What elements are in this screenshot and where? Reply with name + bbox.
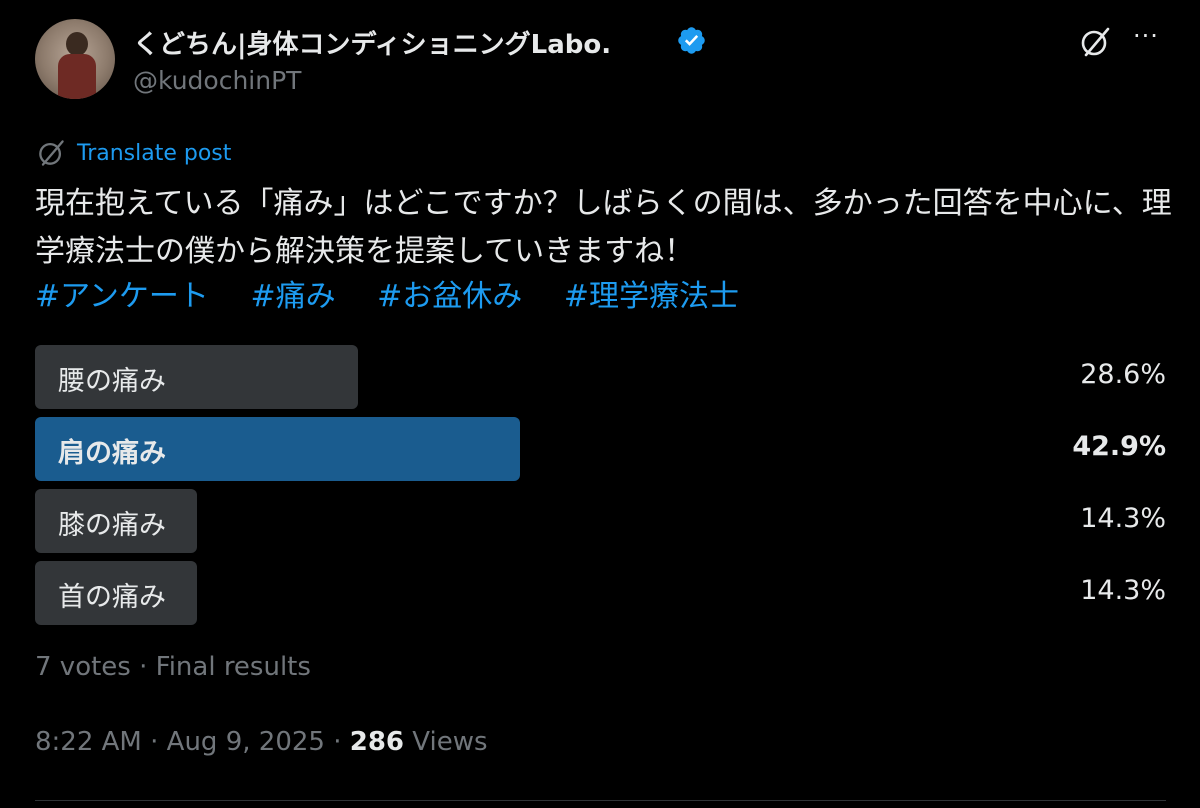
- avatar-body: [58, 54, 96, 99]
- poll-option-label: 膝の痛み: [58, 510, 166, 541]
- poll-option-label: 肩の痛み: [58, 438, 166, 469]
- poll-option-percent: 14.3%: [1080, 575, 1166, 606]
- avatar[interactable]: [35, 19, 115, 99]
- poll-option-percent: 14.3%: [1080, 503, 1166, 534]
- translate-post-button[interactable]: Translate post: [35, 137, 231, 169]
- poll-option-winner: 肩の痛み 42.9%: [35, 417, 1166, 481]
- post-meta: 8:22 AM · Aug 9, 2025 · 286 Views: [35, 727, 488, 757]
- avatar-head: [66, 32, 88, 56]
- more-icon[interactable]: ···: [1133, 22, 1159, 50]
- views-label: Views: [404, 727, 488, 757]
- divider: [35, 800, 1166, 801]
- poll-summary: 7 votes · Final results: [35, 652, 311, 682]
- meta-separator: ·: [141, 727, 167, 757]
- grok-icon[interactable]: [1077, 24, 1113, 60]
- translate-label: Translate post: [77, 140, 232, 166]
- post-date[interactable]: Aug 9, 2025: [167, 727, 325, 757]
- poll-option-percent: 28.6%: [1080, 359, 1166, 390]
- meta-separator: ·: [324, 727, 350, 757]
- poll-option: 腰の痛み 28.6%: [35, 345, 1166, 409]
- poll-option-label: 腰の痛み: [58, 366, 166, 397]
- author-name[interactable]: くどちん|身体コンディショニングLabo.: [133, 24, 611, 61]
- hashtag-link[interactable]: #お盆休み: [377, 279, 522, 314]
- post-time[interactable]: 8:22 AM: [35, 727, 142, 757]
- hashtag-link[interactable]: #理学療法士: [564, 279, 739, 314]
- views-count: 286: [349, 727, 405, 757]
- verified-badge-icon: [678, 27, 705, 54]
- poll-option: 膝の痛み 14.3%: [35, 489, 1166, 553]
- post-text: 現在抱えている「痛み」はどこですか？しばらくの間は、多かった回答を中心に、理学療…: [35, 186, 1172, 269]
- author-handle[interactable]: @kudochinPT: [133, 66, 301, 95]
- grok-icon: [39, 140, 64, 166]
- hashtag-link[interactable]: #痛み: [250, 279, 335, 314]
- poll-option: 首の痛み 14.3%: [35, 561, 1166, 625]
- hashtag-link[interactable]: #アンケート: [35, 279, 209, 314]
- poll-option-percent: 42.9%: [1072, 431, 1166, 462]
- hashtag-list: #アンケート #痛み #お盆休み #理学療法士: [35, 273, 771, 321]
- poll-option-label: 首の痛み: [58, 582, 166, 613]
